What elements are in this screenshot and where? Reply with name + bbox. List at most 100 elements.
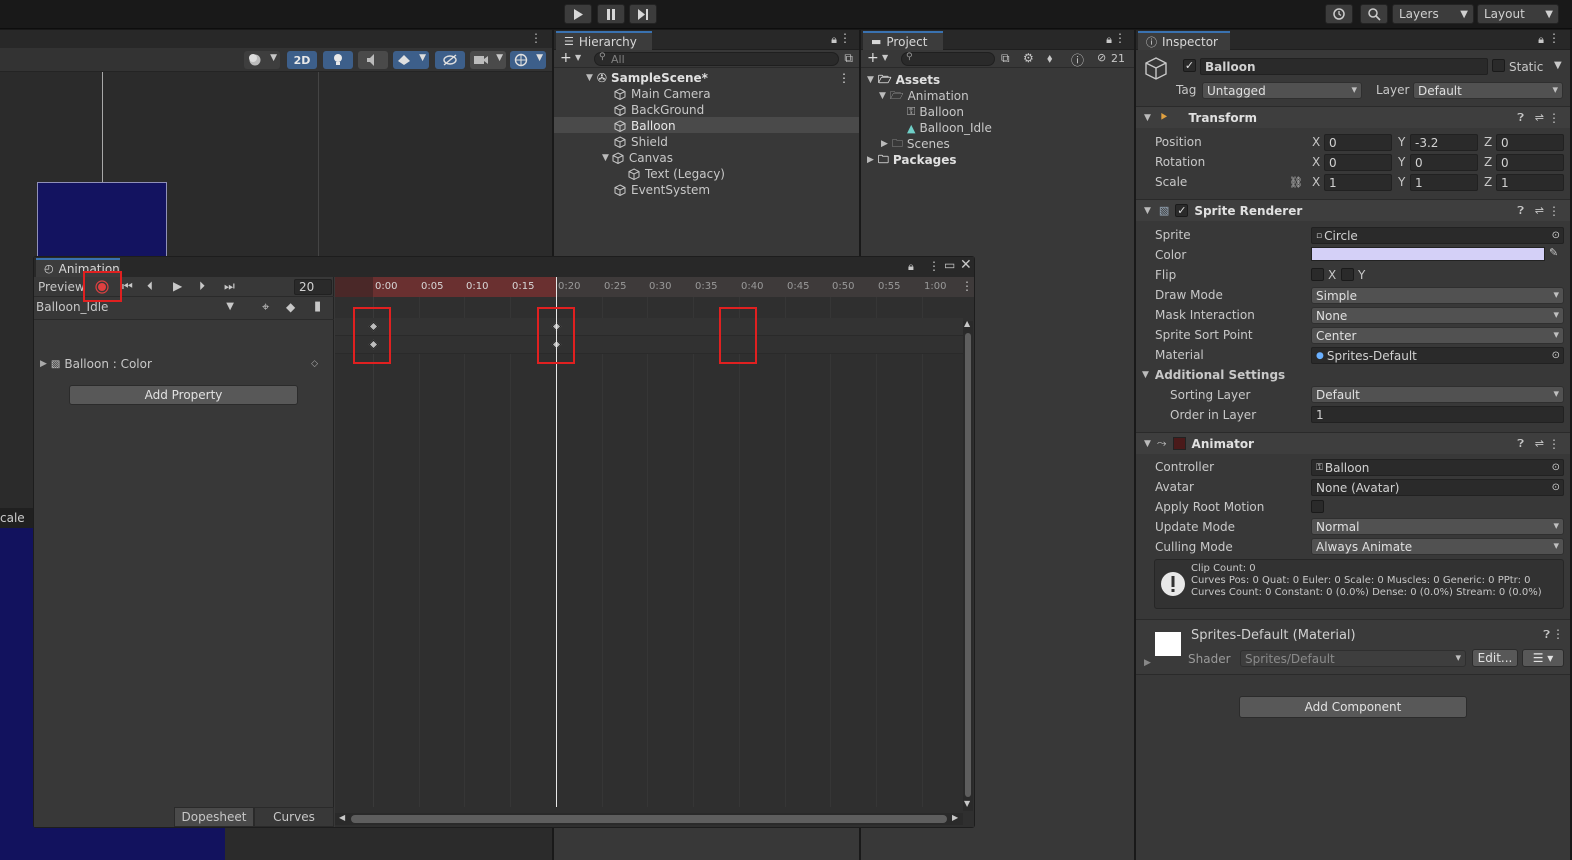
object-picker-icon[interactable]: ⊙ bbox=[1552, 230, 1560, 241]
hierarchy-item-shield[interactable]: Shield bbox=[614, 134, 668, 150]
audio-toggle[interactable] bbox=[358, 51, 388, 69]
object-name-field[interactable]: Balloon bbox=[1200, 58, 1488, 75]
play-button[interactable] bbox=[564, 4, 592, 24]
hierarchy-item-canvas[interactable]: ▼ Canvas bbox=[602, 150, 673, 166]
more-icon[interactable]: ⋮ bbox=[1548, 437, 1560, 451]
additional-settings-foldout[interactable]: ▼ Additional Settings bbox=[1142, 367, 1285, 383]
update-mode-dropdown[interactable]: Normal bbox=[1311, 518, 1564, 535]
mask-interaction-dropdown[interactable]: None bbox=[1311, 307, 1564, 324]
search-button[interactable] bbox=[1360, 4, 1388, 24]
sprite-renderer-enabled-checkbox[interactable]: ✓ bbox=[1175, 204, 1189, 217]
hierarchy-item-eventsystem[interactable]: EventSystem bbox=[614, 182, 710, 198]
edit-shader-button[interactable]: Edit... bbox=[1472, 649, 1518, 667]
material-field[interactable]: ● Sprites-Default ⊙ bbox=[1311, 347, 1564, 364]
order-in-layer-field[interactable]: 1 bbox=[1311, 406, 1564, 423]
more-icon[interactable]: ⋮ bbox=[1548, 111, 1560, 125]
warning-icon[interactable]: ⓘ bbox=[1071, 50, 1084, 69]
animator-header[interactable]: ▼ ⤳ Animator ❓︎ ⇌ ⋮ bbox=[1136, 432, 1570, 454]
tab-dopesheet[interactable]: Dopesheet bbox=[174, 807, 254, 827]
rotation-z-field[interactable]: 0 bbox=[1496, 154, 1564, 171]
2d-toggle[interactable]: 2D bbox=[287, 51, 317, 69]
flip-y-checkbox[interactable] bbox=[1341, 268, 1354, 281]
effects-dropdown[interactable]: ▼ bbox=[393, 51, 429, 69]
pause-button[interactable] bbox=[597, 4, 625, 24]
scroll-down-icon[interactable]: ▼ bbox=[964, 799, 970, 808]
sprite-sort-point-dropdown[interactable]: Center bbox=[1311, 327, 1564, 344]
chevron-right-icon[interactable]: ▶ bbox=[1144, 658, 1151, 668]
project-item-balloon-idle[interactable]: ▲ Balloon_Idle bbox=[907, 120, 992, 136]
chevron-down-icon[interactable]: ▼ bbox=[575, 53, 581, 62]
hierarchy-search-input[interactable]: ⚲ All bbox=[594, 52, 839, 66]
preset-icon[interactable]: ⇌ bbox=[1535, 111, 1544, 124]
animator-enabled-checkbox[interactable] bbox=[1172, 437, 1186, 450]
step-button[interactable] bbox=[629, 4, 657, 24]
hierarchy-item-text-legacy[interactable]: Text (Legacy) bbox=[628, 166, 725, 182]
position-y-field[interactable]: -3.2 bbox=[1410, 134, 1478, 151]
apply-root-motion-checkbox[interactable] bbox=[1311, 500, 1324, 513]
add-keyframe-icon[interactable]: ◆ bbox=[286, 300, 295, 314]
project-item-animation[interactable]: ▼ 🗁︎ Animation bbox=[879, 88, 969, 104]
tag-dropdown[interactable]: Untagged bbox=[1202, 82, 1362, 99]
scene-item[interactable]: ▼ ✇ SampleScene* ⋮ bbox=[586, 70, 856, 86]
layers-dropdown[interactable]: Layers ▼ bbox=[1392, 4, 1474, 24]
timeline-area[interactable]: 0:00 0:05 0:10 0:15 0:20 0:25 0:30 0:35 … bbox=[335, 277, 974, 827]
more-icon[interactable]: ⋮ bbox=[928, 259, 940, 273]
summary-keyframe-row[interactable] bbox=[335, 318, 963, 336]
search-options-icon[interactable]: ⧉ bbox=[1001, 51, 1010, 66]
hierarchy-item-main-camera[interactable]: Main Camera bbox=[614, 86, 711, 102]
more-icon[interactable]: ⋮ bbox=[1552, 627, 1564, 641]
transform-header[interactable]: ▼ ⯈ Transform ❓︎ ⇌ ⋮ bbox=[1136, 106, 1570, 128]
object-picker-icon[interactable]: ⊙ bbox=[1552, 462, 1560, 473]
flip-x-checkbox[interactable] bbox=[1311, 268, 1324, 281]
help-icon[interactable]: ❓︎ bbox=[1543, 628, 1550, 642]
scale-x-field[interactable]: 1 bbox=[1324, 174, 1392, 191]
play-icon[interactable]: ▶ bbox=[173, 279, 182, 293]
chevron-down-icon[interactable]: ▼ bbox=[882, 53, 888, 62]
project-item-balloon-controller[interactable]: ⚿ Balloon bbox=[907, 104, 964, 120]
object-picker-icon[interactable]: ⊙ bbox=[1552, 350, 1560, 361]
history-button[interactable] bbox=[1325, 4, 1353, 24]
add-icon[interactable]: + bbox=[867, 50, 879, 66]
more-icon[interactable]: ⋮ bbox=[1548, 204, 1560, 218]
position-z-field[interactable]: 0 bbox=[1496, 134, 1564, 151]
next-keyframe-icon[interactable]: ⏵ bbox=[199, 279, 205, 294]
lock-icon[interactable]: 🔒︎ bbox=[1538, 33, 1544, 47]
more-icon[interactable]: ⋮ bbox=[1114, 31, 1126, 45]
color-swatch[interactable] bbox=[1311, 247, 1545, 261]
gizmos-dropdown[interactable]: ▼ bbox=[510, 51, 546, 69]
avatar-field[interactable]: None (Avatar) ⊙ bbox=[1311, 479, 1564, 496]
more-icon[interactable]: ⋮ bbox=[838, 71, 850, 85]
active-checkbox[interactable]: ✓ bbox=[1183, 59, 1196, 72]
time-ruler[interactable]: 0:00 0:05 0:10 0:15 0:20 0:25 0:30 0:35 … bbox=[335, 277, 974, 297]
position-x-field[interactable]: 0 bbox=[1324, 134, 1392, 151]
clip-dropdown[interactable]: Balloon_Idle ▼ bbox=[36, 300, 236, 317]
add-event-icon[interactable]: ▮ bbox=[314, 299, 321, 314]
project-item-assets[interactable]: ▼ 🗁︎ Assets bbox=[867, 72, 940, 88]
scrollbar-thumb[interactable] bbox=[351, 815, 947, 823]
project-item-scenes[interactable]: ▶ 🗀︎ Scenes bbox=[881, 136, 950, 152]
tab-curves[interactable]: Curves bbox=[254, 807, 334, 827]
maximize-icon[interactable]: ▭ bbox=[944, 258, 955, 272]
scroll-left-icon[interactable]: ◀ bbox=[339, 813, 345, 822]
sprite-renderer-header[interactable]: ▼ ▧ ✓ Sprite Renderer ❓︎ ⇌ ⋮ bbox=[1136, 199, 1570, 221]
scale-y-field[interactable]: 1 bbox=[1410, 174, 1478, 191]
culling-mode-dropdown[interactable]: Always Animate bbox=[1311, 538, 1564, 555]
eyedropper-icon[interactable]: ✎ bbox=[1549, 246, 1558, 259]
lock-icon[interactable]: 🔒︎ bbox=[908, 260, 914, 274]
help-icon[interactable]: ❓︎ bbox=[1517, 111, 1524, 125]
sprite-field[interactable]: ▫ Circle ⊙ bbox=[1311, 227, 1564, 244]
lighting-toggle[interactable] bbox=[323, 51, 353, 69]
scroll-right-icon[interactable]: ▶ bbox=[952, 813, 958, 822]
draw-mode-dropdown[interactable]: Simple bbox=[1311, 287, 1564, 304]
sorting-layer-dropdown[interactable]: Default bbox=[1311, 386, 1564, 403]
previous-keyframe-icon[interactable]: ⏴ bbox=[147, 279, 153, 294]
rotation-x-field[interactable]: 0 bbox=[1324, 154, 1392, 171]
lock-icon[interactable]: 🔒︎ bbox=[831, 33, 837, 47]
frame-field[interactable]: 20 bbox=[294, 279, 332, 295]
help-icon[interactable]: ❓︎ bbox=[1517, 204, 1524, 218]
keyframe-diamond-icon[interactable]: ◇ bbox=[311, 359, 318, 369]
chevron-down-icon[interactable]: ▼ bbox=[602, 153, 609, 163]
add-property-button[interactable]: Add Property bbox=[69, 385, 298, 405]
horizontal-scrollbar[interactable]: ◀ ▶ bbox=[335, 813, 963, 825]
vertical-scrollbar[interactable]: ▲ ▼ bbox=[963, 319, 973, 811]
